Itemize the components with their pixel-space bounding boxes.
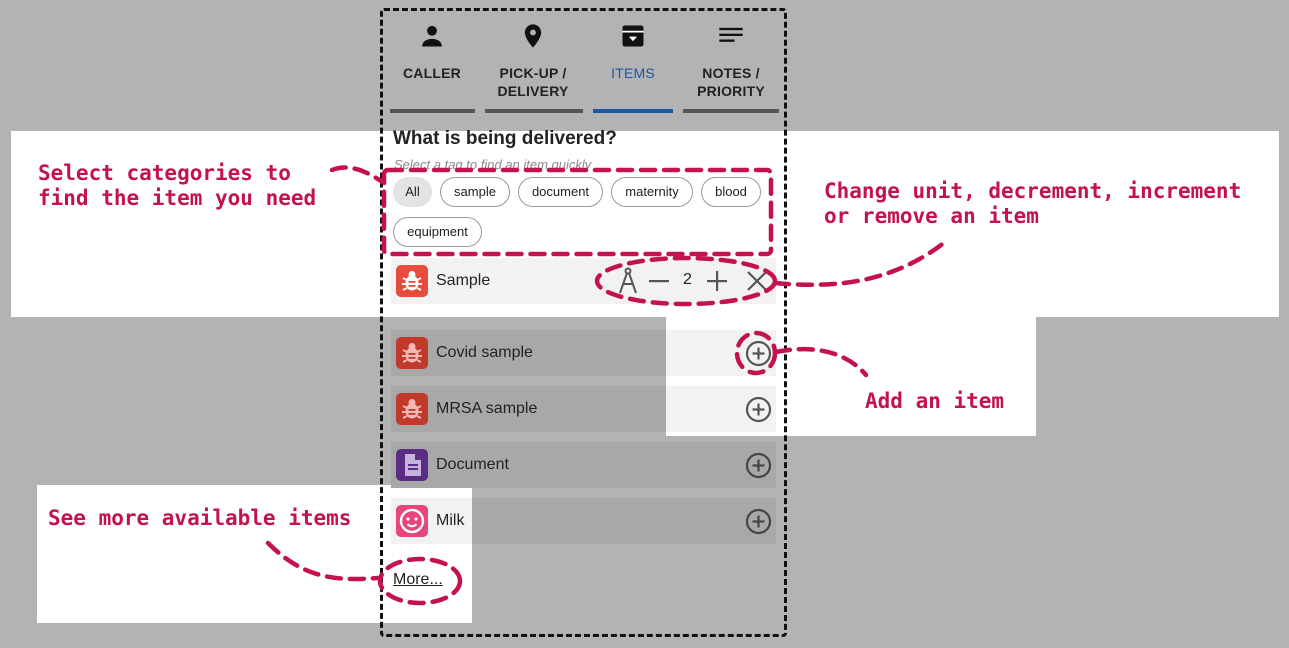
tab-notes-line1: NOTES / bbox=[702, 65, 760, 81]
increment-button[interactable] bbox=[706, 270, 728, 297]
section-title: What is being delivered? bbox=[393, 128, 617, 149]
decrement-button[interactable] bbox=[648, 270, 670, 297]
more-items-link[interactable]: More... bbox=[393, 571, 443, 589]
minus-icon bbox=[649, 280, 669, 283]
add-item-button[interactable] bbox=[745, 452, 772, 479]
tab-caller[interactable]: CALLER bbox=[389, 22, 475, 82]
add-circle-icon bbox=[745, 452, 772, 479]
baby-face-icon bbox=[396, 505, 428, 537]
person-icon bbox=[389, 22, 475, 50]
notes-lines-icon bbox=[688, 22, 774, 50]
plus-icon bbox=[707, 271, 727, 291]
tag-chip-all[interactable]: All bbox=[393, 177, 432, 207]
quantity-value: 2 bbox=[683, 271, 692, 288]
tag-chip-equipment[interactable]: equipment bbox=[393, 217, 482, 247]
annotation-categories: Select categories to find the item you n… bbox=[38, 161, 317, 210]
tab-items[interactable]: ITEMS bbox=[590, 22, 676, 82]
list-item[interactable]: Covid sample bbox=[391, 330, 776, 376]
tab-pickup-delivery[interactable]: PICK-UP / DELIVERY bbox=[490, 22, 576, 100]
document-icon bbox=[396, 449, 428, 481]
list-item-name: MRSA sample bbox=[436, 400, 538, 417]
change-unit-button[interactable] bbox=[617, 266, 639, 301]
compass-icon bbox=[619, 267, 637, 294]
annotation-controls: Change unit, decrement, increment or rem… bbox=[824, 179, 1242, 228]
bug-icon bbox=[396, 337, 428, 369]
add-circle-icon bbox=[745, 508, 772, 535]
tab-pickup-line2: DELIVERY bbox=[497, 83, 569, 99]
annotation-more: See more available items bbox=[48, 506, 352, 530]
tab-indicator-pickup bbox=[485, 109, 583, 113]
tab-caller-label: CALLER bbox=[403, 65, 461, 81]
tag-chip-document[interactable]: document bbox=[518, 177, 603, 207]
list-item-name: Covid sample bbox=[436, 344, 533, 361]
list-item-name: Milk bbox=[436, 512, 465, 529]
tab-indicator-items bbox=[593, 109, 673, 113]
annotation-add: Add an item bbox=[865, 389, 1005, 413]
add-item-button[interactable] bbox=[745, 396, 772, 423]
tag-hint: Select a tag to find an item quickly bbox=[394, 157, 592, 172]
bug-icon bbox=[396, 393, 428, 425]
tab-indicator-notes bbox=[683, 109, 779, 113]
list-item[interactable]: Milk bbox=[391, 498, 776, 544]
tab-pickup-delivery-label: PICK-UP / DELIVERY bbox=[490, 64, 576, 100]
tab-pickup-line1: PICK-UP / bbox=[499, 65, 567, 81]
add-item-button[interactable] bbox=[745, 508, 772, 535]
tab-notes-priority[interactable]: NOTES / PRIORITY bbox=[688, 22, 774, 100]
tab-notes-line2: PRIORITY bbox=[697, 83, 765, 99]
tag-chip-sample[interactable]: sample bbox=[440, 177, 510, 207]
remove-item-button[interactable] bbox=[746, 270, 768, 297]
bug-icon bbox=[396, 265, 428, 297]
add-item-button[interactable] bbox=[745, 340, 772, 367]
selected-item-name: Sample bbox=[436, 272, 491, 289]
tag-chip-maternity[interactable]: maternity bbox=[611, 177, 693, 207]
list-item[interactable]: MRSA sample bbox=[391, 386, 776, 432]
list-item-name: Document bbox=[436, 456, 509, 473]
tab-indicator-caller bbox=[390, 109, 475, 113]
add-circle-icon bbox=[745, 340, 772, 367]
tag-chip-blood[interactable]: blood bbox=[701, 177, 761, 207]
tab-items-label: ITEMS bbox=[611, 65, 655, 81]
list-item[interactable]: Document bbox=[391, 442, 776, 488]
tab-notes-priority-label: NOTES / PRIORITY bbox=[688, 64, 774, 100]
archive-box-icon bbox=[590, 22, 676, 50]
close-icon bbox=[747, 271, 767, 291]
location-pin-icon bbox=[490, 22, 576, 50]
add-circle-icon bbox=[745, 396, 772, 423]
